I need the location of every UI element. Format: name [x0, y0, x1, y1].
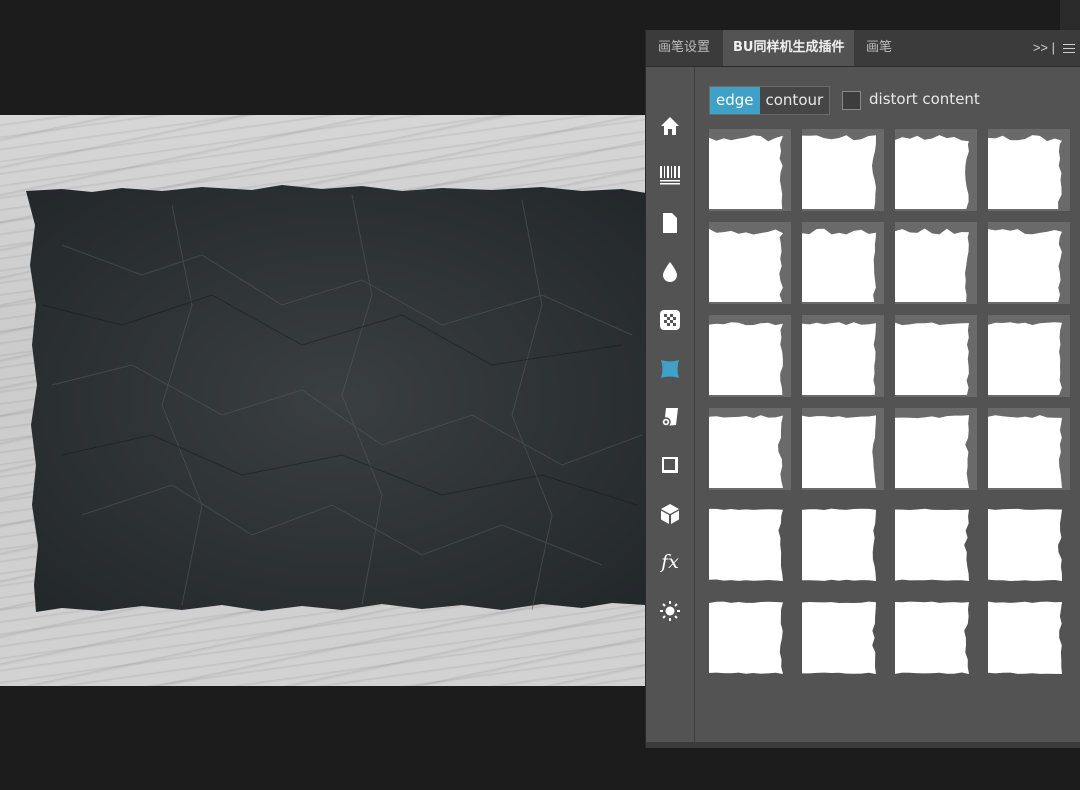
edge-preset-thumbnail[interactable]: [988, 594, 1070, 676]
tab-bu-plugin[interactable]: BU同样机生成插件: [723, 30, 855, 66]
edge-preset-thumbnail[interactable]: [709, 222, 791, 304]
torn-paper-layer: [22, 185, 646, 618]
edge-preset-thumbnail[interactable]: [709, 315, 791, 397]
edge-mode-button[interactable]: edge: [710, 87, 760, 114]
edge-preset-thumbnail[interactable]: [802, 129, 884, 211]
window-edge: [1060, 0, 1080, 30]
scroll-icon[interactable]: [658, 405, 682, 429]
tab-brush-settings[interactable]: 画笔设置: [658, 30, 710, 66]
edge-preset-thumbnail[interactable]: [802, 501, 884, 583]
tool-sidebar: fx: [646, 67, 695, 745]
edge-preset-thumbnail[interactable]: [802, 594, 884, 676]
checker-icon[interactable]: [658, 308, 682, 332]
contour-mode-button[interactable]: contour: [759, 87, 830, 114]
sun-icon[interactable]: [658, 599, 682, 623]
edge-preset-thumbnail[interactable]: [988, 222, 1070, 304]
fx-icon[interactable]: fx: [658, 550, 682, 574]
edge-preset-thumbnail[interactable]: [988, 408, 1070, 490]
panel-more-button[interactable]: >> |: [1033, 30, 1055, 66]
edge-preset-thumbnail[interactable]: [895, 594, 977, 676]
tab-brushes[interactable]: 画笔: [866, 30, 892, 66]
edge-preset-thumbnail[interactable]: [988, 501, 1070, 583]
edge-preset-thumbnail[interactable]: [709, 594, 791, 676]
panel-footer: [646, 742, 1080, 748]
edge-preset-thumbnail[interactable]: [802, 222, 884, 304]
edge-preset-thumbnail[interactable]: [988, 129, 1070, 211]
edge-preset-thumbnail[interactable]: [709, 408, 791, 490]
mode-toggle: edge contour: [709, 86, 831, 115]
frame-icon[interactable]: [658, 357, 682, 381]
plugin-content: edge contour distort content: [695, 67, 1080, 745]
edge-preset-thumbnail[interactable]: [802, 408, 884, 490]
square-shadow-icon[interactable]: [658, 453, 682, 477]
edge-preset-thumbnail[interactable]: [895, 501, 977, 583]
distort-content-checkbox[interactable]: [842, 91, 861, 110]
edge-preset-thumbnail[interactable]: [709, 501, 791, 583]
plugin-panel: 画笔设置 BU同样机生成插件 画笔 >> | fx edge contour d…: [645, 30, 1080, 748]
cube-icon[interactable]: [658, 502, 682, 526]
home-icon[interactable]: [658, 114, 682, 138]
canvas-area[interactable]: [0, 115, 646, 686]
panel-menu-icon[interactable]: [1063, 41, 1075, 55]
edge-preset-thumbnail[interactable]: [895, 408, 977, 490]
edge-preset-thumbnail[interactable]: [895, 315, 977, 397]
edge-preset-thumbnail[interactable]: [895, 129, 977, 211]
barcode-icon[interactable]: [658, 163, 682, 187]
document-icon[interactable]: [658, 211, 682, 235]
drop-icon[interactable]: [658, 260, 682, 284]
distort-content-label: distort content: [869, 90, 980, 108]
panel-tabbar: 画笔设置 BU同样机生成插件 画笔 >> |: [646, 30, 1080, 67]
edge-preset-thumbnail[interactable]: [988, 315, 1070, 397]
edge-preset-thumbnail[interactable]: [895, 222, 977, 304]
edge-preset-thumbnail[interactable]: [802, 315, 884, 397]
edge-preset-thumbnail[interactable]: [709, 129, 791, 211]
